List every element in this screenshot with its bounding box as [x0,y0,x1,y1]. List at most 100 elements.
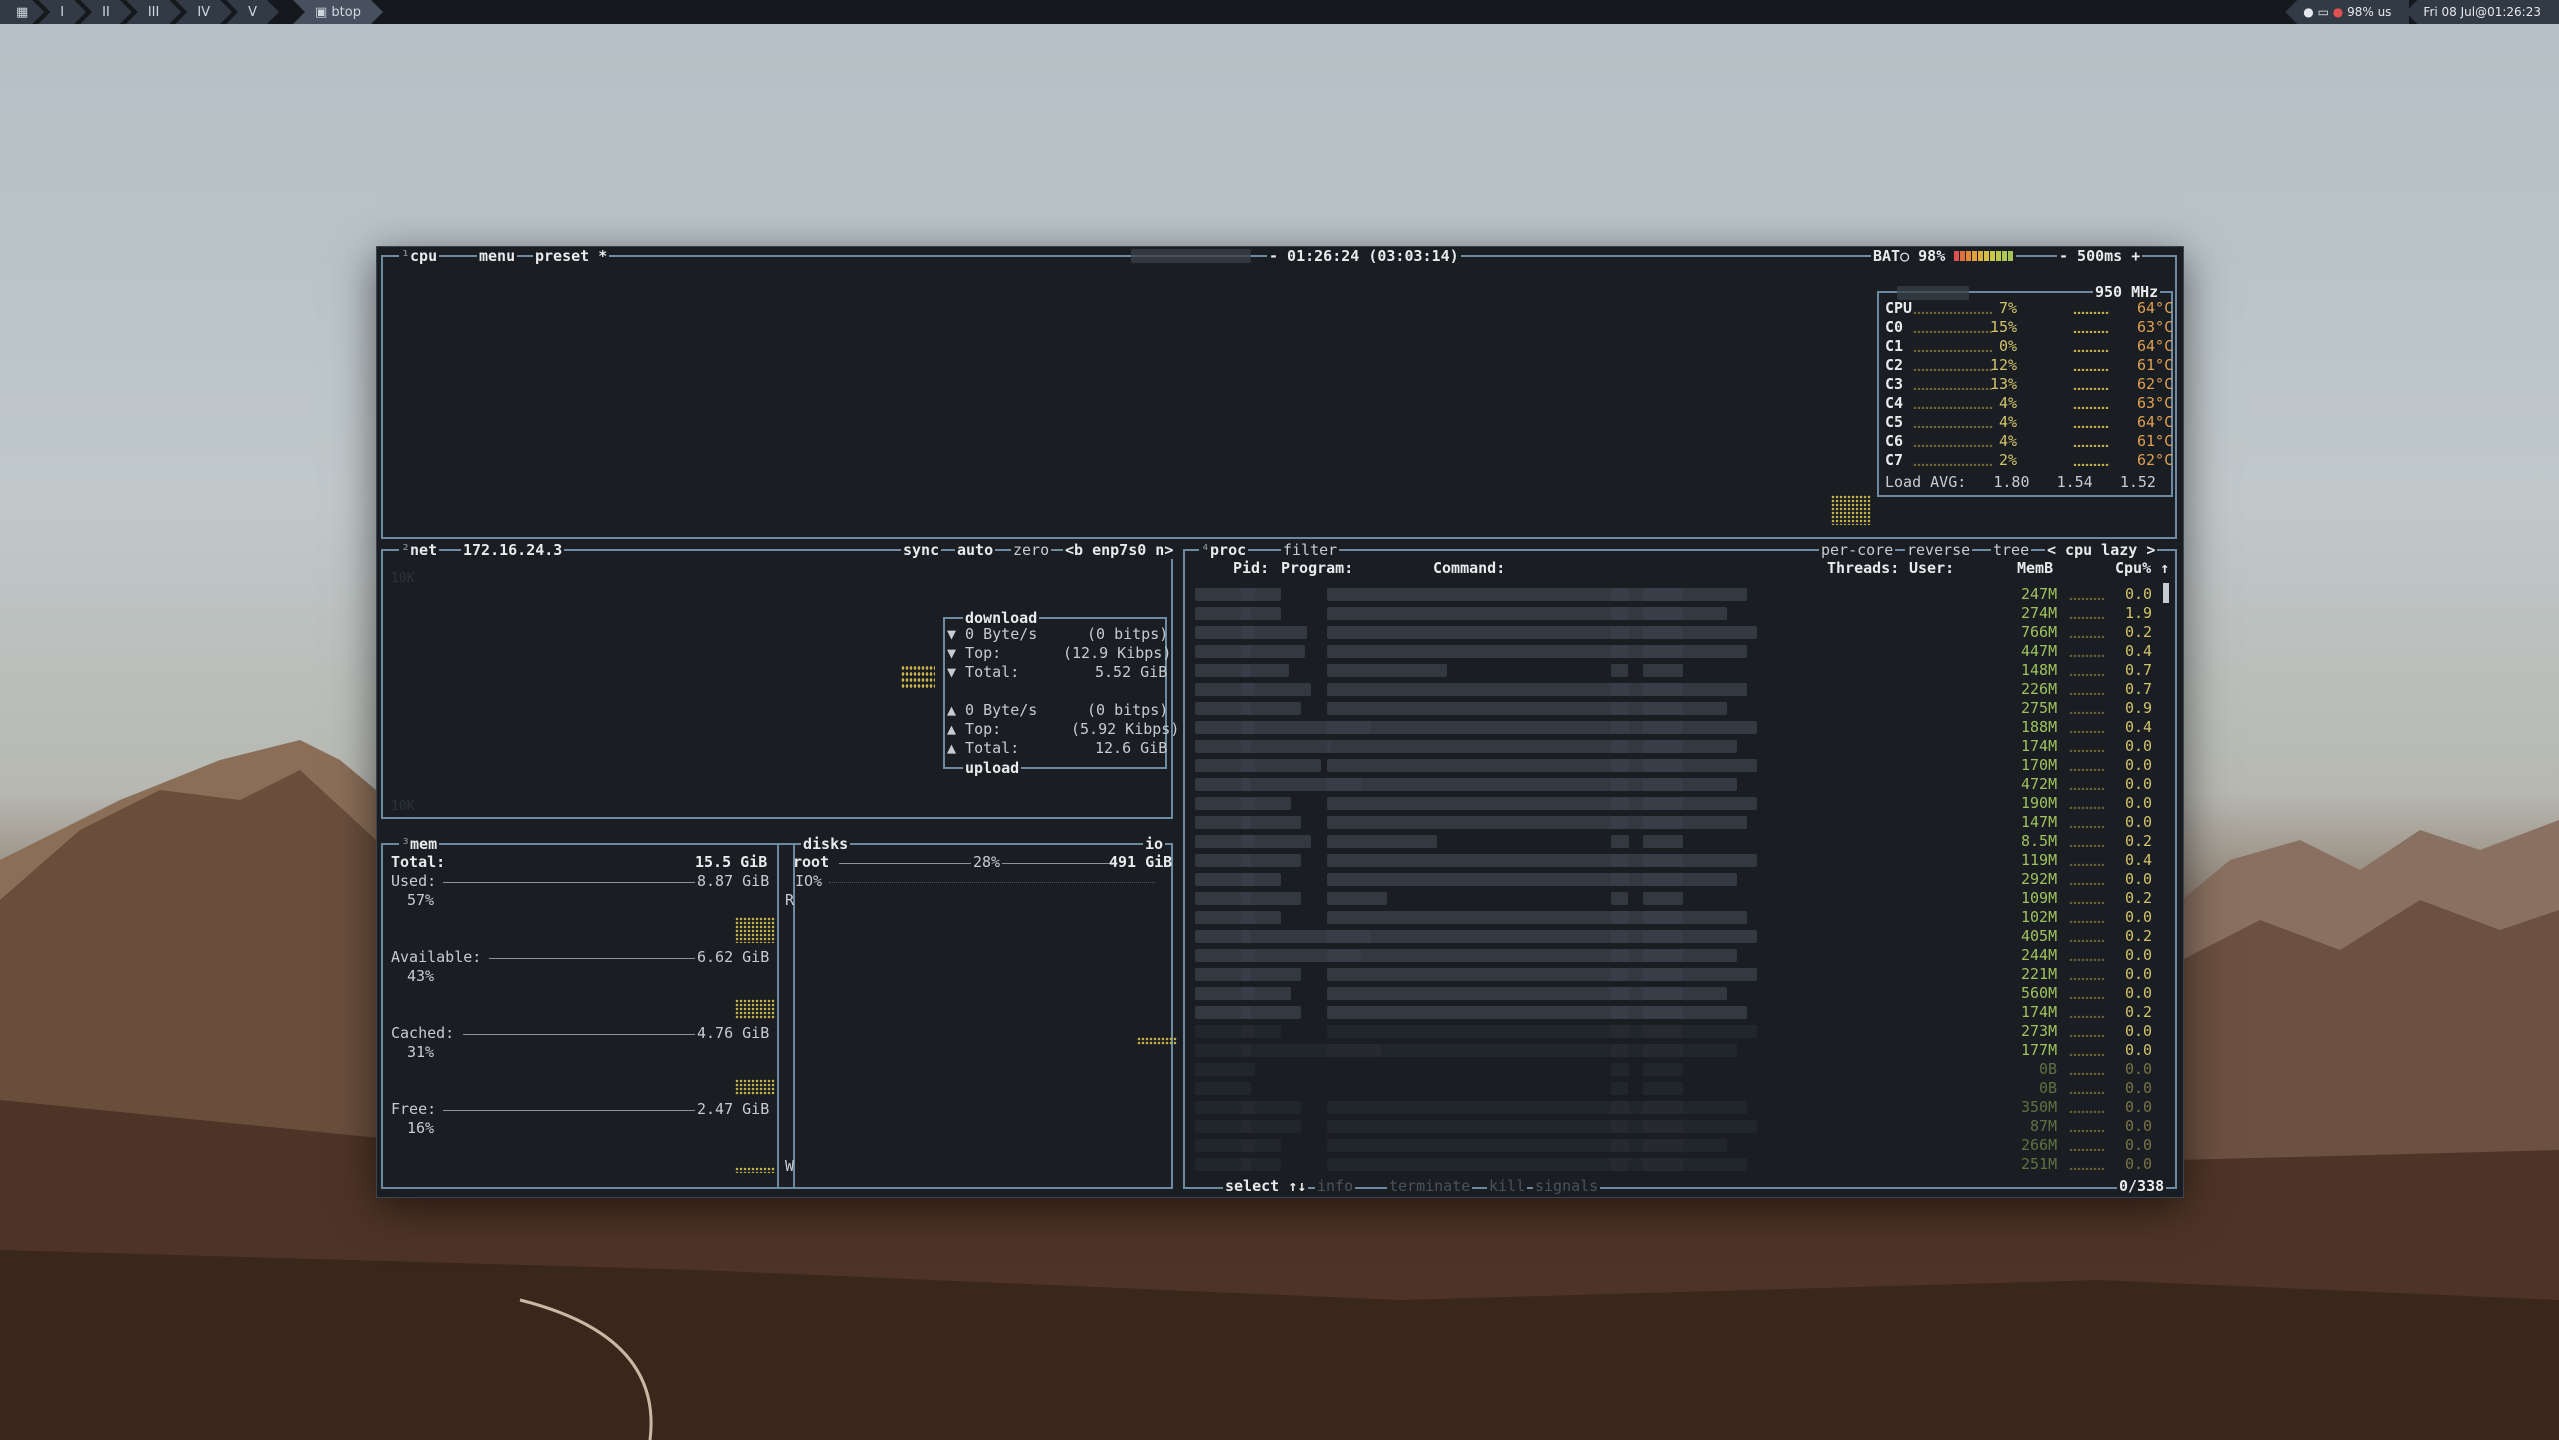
active-window-btop[interactable]: ▣ btop [293,0,383,24]
header-pid[interactable]: Pid: [1233,559,1269,578]
btop-terminal-window[interactable]: ¹cpu menu preset * - 01:26:24 (03:03:14)… [376,246,2184,1198]
cpu-title[interactable]: ¹cpu [399,247,440,265]
table-row[interactable] [1187,927,2167,946]
table-row[interactable] [1187,1079,2167,1098]
header-user[interactable]: User: [1909,559,1954,578]
clock[interactable]: Fri 08 Jul@01:26:23 [2405,0,2559,24]
table-row[interactable] [1187,889,2167,908]
select-hint[interactable]: select ↑↓ [1223,1177,1309,1195]
battery-icon: ● [2332,5,2344,19]
header-program[interactable]: Program: [1281,559,1353,578]
proc-mem: 177M [2021,1041,2058,1059]
net-title[interactable]: ²net [399,541,440,559]
blurred-cell [1643,740,1683,753]
battery-label: BAT○ 98% [1871,247,2017,265]
mem-title[interactable]: ³mem [399,835,440,853]
workspace-1[interactable]: I [38,0,86,24]
sort-selector[interactable]: < cpu lazy > [2045,541,2158,559]
proc-cpu: 1.9 [2125,604,2153,622]
table-row[interactable] [1187,1136,2167,1155]
disks-title[interactable]: disks [801,835,851,853]
table-row[interactable] [1187,680,2167,699]
blurred-cell [1195,1082,1251,1095]
table-row[interactable] [1187,585,2167,604]
table-row[interactable] [1187,908,2167,927]
table-row[interactable] [1187,946,2167,965]
table-row[interactable] [1187,1117,2167,1136]
table-row[interactable] [1187,1155,2167,1174]
discord-icon[interactable]: ● [2303,5,2313,19]
proc-cpu-graph [2069,1148,2105,1151]
header-cpu[interactable]: Cpu% ↑ [2115,559,2169,578]
header-command[interactable]: Command: [1433,559,1505,578]
tree-toggle[interactable]: tree [1991,541,2032,559]
table-row[interactable] [1187,1041,2167,1060]
proc-cpu: 0.0 [2125,1022,2153,1040]
table-row[interactable] [1187,699,2167,718]
blurred-cell [1241,873,1281,886]
net-interface-selector[interactable]: <b enp7s0 n> [1063,541,1176,559]
proc-title[interactable]: ⁴proc [1199,541,1249,559]
blurred-cell [1611,797,1629,810]
workspace-5[interactable]: V [226,0,279,24]
table-row[interactable] [1187,1060,2167,1079]
kill-button[interactable]: kill [1487,1177,1528,1195]
table-row[interactable] [1187,623,2167,642]
table-row[interactable] [1187,737,2167,756]
mem-available-graph [735,999,775,1019]
per-core-toggle[interactable]: per-core [1819,541,1896,559]
monitor-icon[interactable]: ▭ [2318,5,2329,19]
proc-cpu-graph [2069,1091,2105,1094]
table-row[interactable] [1187,965,2167,984]
preset-button[interactable]: preset * [533,247,610,265]
disks-box [777,843,1173,1189]
blurred-cell [1327,664,1447,677]
net-graph-spark [901,665,935,689]
blurred-cell [1643,588,1683,601]
table-row[interactable] [1187,1022,2167,1041]
proc-mem: 87M [2030,1117,2058,1135]
update-interval[interactable]: - 500ms + [2057,247,2143,265]
header-mem[interactable]: MemB [2017,559,2053,578]
menu-button[interactable]: menu [477,247,518,265]
table-row[interactable] [1187,661,2167,680]
table-row[interactable] [1187,813,2167,832]
reverse-toggle[interactable]: reverse [1905,541,1973,559]
workspace-3[interactable]: III [126,0,182,24]
blurred-cell [1611,1063,1629,1076]
proc-mem: 247M [2021,585,2058,603]
proc-cpu: 0.0 [2125,1060,2153,1078]
proc-filter-button[interactable]: filter [1281,541,1340,559]
table-row[interactable] [1187,642,2167,661]
proc-cpu-graph [2069,673,2105,676]
table-row[interactable] [1187,756,2167,775]
table-row[interactable] [1187,794,2167,813]
table-row[interactable] [1187,1003,2167,1022]
proc-cpu: 0.0 [2125,946,2153,964]
table-row[interactable] [1187,775,2167,794]
table-row[interactable] [1187,604,2167,623]
signals-button[interactable]: signals [1533,1177,1601,1195]
info-button[interactable]: info [1315,1177,1356,1195]
table-row[interactable] [1187,984,2167,1003]
workspace-4[interactable]: IV [175,0,232,24]
table-row[interactable] [1187,1098,2167,1117]
proc-mem: 0B [2039,1060,2058,1078]
net-zero-button[interactable]: zero [1011,541,1052,559]
table-row[interactable] [1187,832,2167,851]
core-name: C4 [1885,394,1904,412]
table-row[interactable] [1187,870,2167,889]
blurred-cell [1241,1139,1281,1152]
core-temp-graph [2073,425,2109,428]
net-auto-button[interactable]: auto [955,541,996,559]
blurred-cell [1643,968,1683,981]
io-button[interactable]: io [1143,835,1166,853]
header-threads[interactable]: Threads: [1827,559,1899,578]
table-row[interactable] [1187,718,2167,737]
blurred-cell [1241,968,1301,981]
table-row[interactable] [1187,851,2167,870]
terminate-button[interactable]: terminate [1387,1177,1473,1195]
proc-cpu-graph [2069,844,2105,847]
workspace-2[interactable]: II [80,0,132,24]
net-sync-button[interactable]: sync [901,541,942,559]
